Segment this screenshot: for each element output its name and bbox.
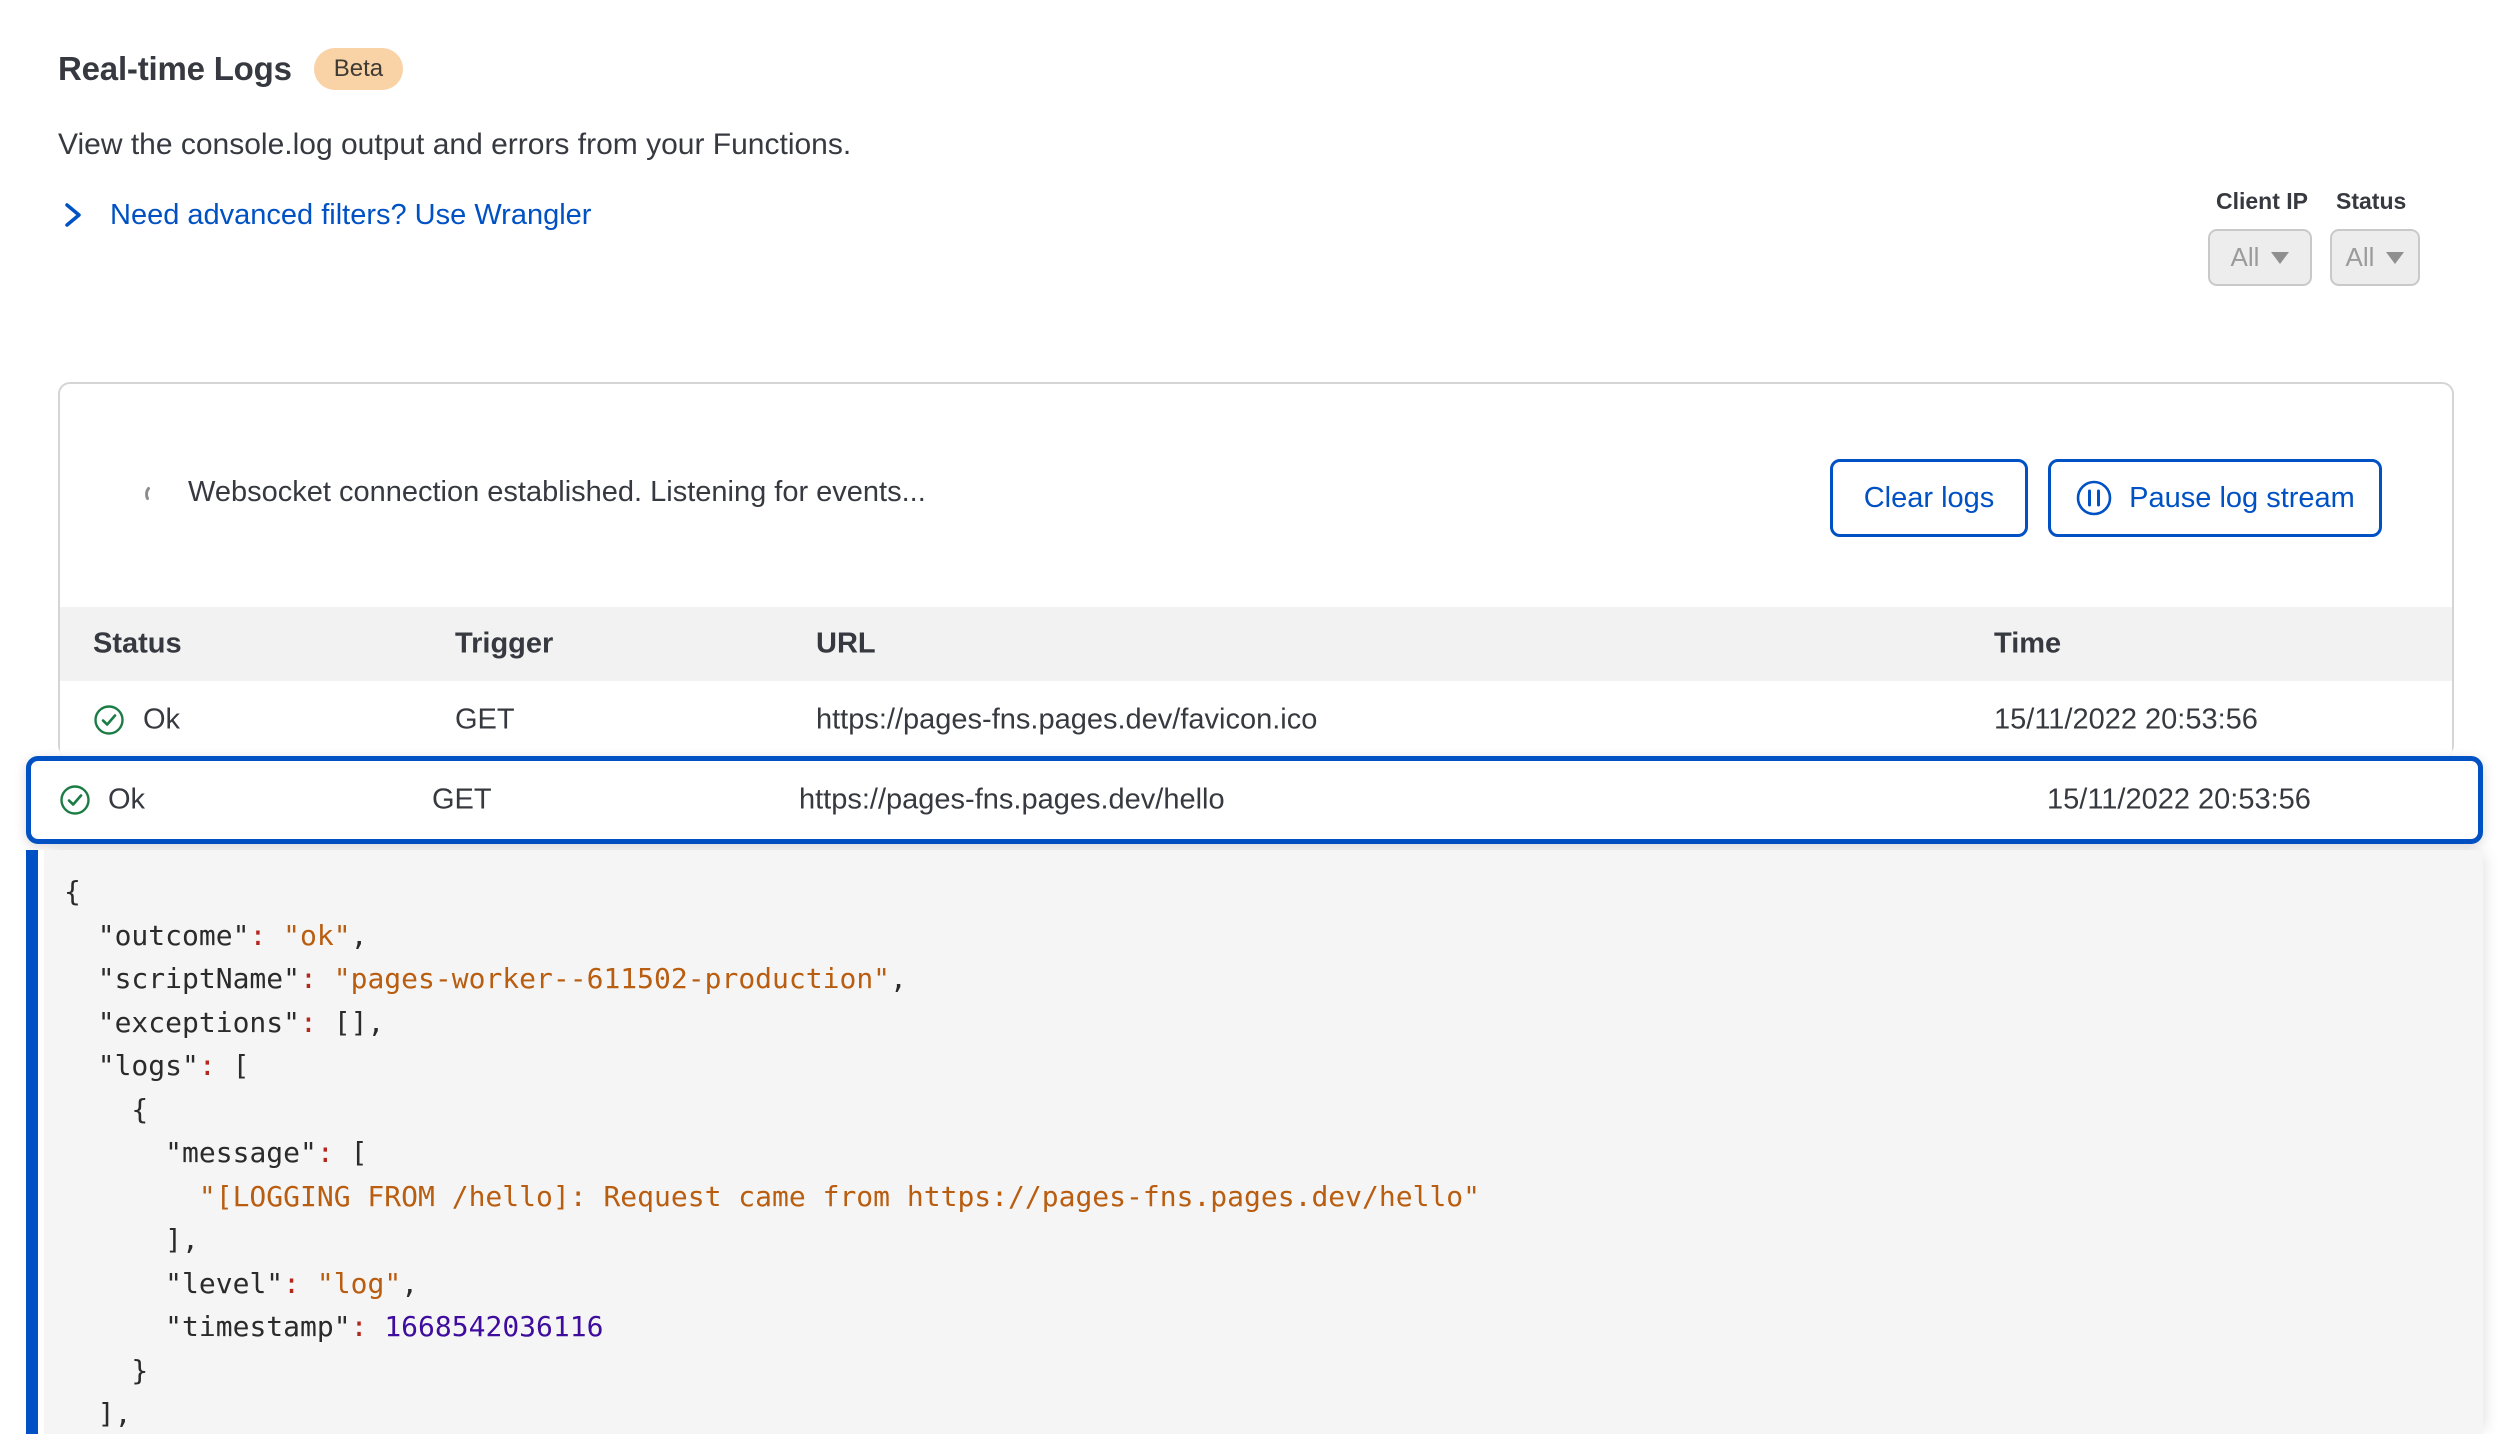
wrangler-advanced-filters-link[interactable]: Need advanced filters? Use Wrangler <box>62 198 591 232</box>
log-table-row[interactable]: Ok GET https://pages-fns.pages.dev/favic… <box>60 681 2452 761</box>
status-filter-label: Status <box>2330 188 2420 215</box>
status-ok-check-icon <box>93 704 125 736</box>
row-trigger: GET <box>432 784 492 817</box>
caret-down-icon <box>2271 252 2289 264</box>
beta-badge: Beta <box>314 48 403 90</box>
client-ip-dropdown[interactable]: All <box>2208 229 2312 286</box>
expanded-log-row[interactable]: Ok GET https://pages-fns.pages.dev/hello… <box>26 756 2483 844</box>
page-title: Real-time Logs <box>58 50 292 88</box>
clear-logs-label: Clear logs <box>1864 482 1995 515</box>
json-log-output: { "outcome": "ok", "scriptName": "pages-… <box>64 870 2483 1434</box>
column-header-trigger: Trigger <box>455 628 553 661</box>
caret-down-icon <box>2386 252 2404 264</box>
websocket-status-line: Websocket connection established. Listen… <box>142 476 926 509</box>
column-header-time: Time <box>1994 628 2061 661</box>
expanded-log-json: { "outcome": "ok", "scriptName": "pages-… <box>44 850 2483 1434</box>
expanded-log-details: { "outcome": "ok", "scriptName": "pages-… <box>26 850 2483 1434</box>
column-header-status: Status <box>93 628 182 661</box>
row-status: Ok <box>143 704 180 737</box>
log-table-header: Status Trigger URL Time <box>60 607 2452 681</box>
pause-log-stream-button[interactable]: Pause log stream <box>2048 459 2382 537</box>
page-header: Real-time Logs Beta <box>58 48 403 90</box>
status-filter: Status All <box>2330 188 2420 286</box>
clear-logs-button[interactable]: Clear logs <box>1830 459 2028 537</box>
column-header-url: URL <box>816 628 876 661</box>
wrangler-link-label: Need advanced filters? Use Wrangler <box>110 199 591 232</box>
spinner-icon <box>142 480 168 506</box>
row-url: https://pages-fns.pages.dev/hello <box>799 784 1225 817</box>
row-time: 15/11/2022 20:53:56 <box>1994 704 2258 737</box>
client-ip-label: Client IP <box>2208 188 2312 215</box>
row-status: Ok <box>108 784 145 817</box>
row-time: 15/11/2022 20:53:56 <box>2047 784 2311 817</box>
row-url: https://pages-fns.pages.dev/favicon.ico <box>816 704 1317 737</box>
page-subtitle: View the console.log output and errors f… <box>58 128 851 162</box>
pause-log-stream-label: Pause log stream <box>2129 482 2355 515</box>
client-ip-value: All <box>2231 242 2260 273</box>
log-panel: Websocket connection established. Listen… <box>58 382 2454 757</box>
client-ip-filter: Client IP All <box>2208 188 2312 286</box>
websocket-status-text: Websocket connection established. Listen… <box>188 476 926 509</box>
status-ok-check-icon <box>59 784 91 816</box>
status-dropdown[interactable]: All <box>2330 229 2420 286</box>
status-filter-value: All <box>2346 242 2375 273</box>
expanded-log-entry: Ok GET https://pages-fns.pages.dev/hello… <box>26 756 2483 1434</box>
realtime-logs-page: Real-time Logs Beta View the console.log… <box>0 0 2508 1434</box>
pause-icon <box>2075 479 2113 517</box>
row-trigger: GET <box>455 704 515 737</box>
chevron-right-icon <box>62 198 84 232</box>
